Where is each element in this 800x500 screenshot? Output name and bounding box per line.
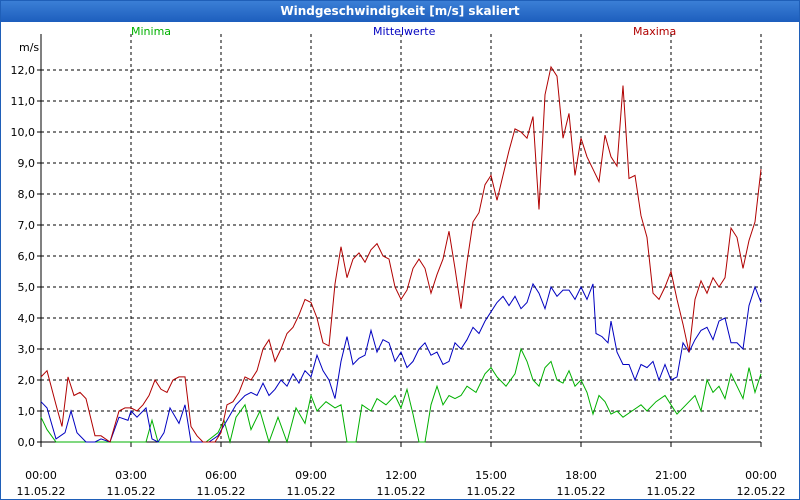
x-tick-date: 11.05.22 — [377, 485, 426, 498]
x-tick-date: 11.05.22 — [197, 485, 246, 498]
y-tick-label: 1,0 — [18, 405, 36, 418]
y-tick-label: 12,0 — [11, 64, 36, 77]
series-line-maxima — [40, 65, 762, 443]
wind-speed-chart: 0,0 1,0 2,0 3,0 4,0 5,0 6,0 7,0 8,0 9,0 10,0 11,0 12… — [11, 34, 786, 498]
x-tick-date: 12.05.22 — [737, 485, 786, 498]
x-tick-date: 11.05.22 — [647, 485, 696, 498]
y-tick-label: 0,0 — [18, 436, 36, 449]
x-tick-time: 00:00 — [25, 469, 57, 482]
x-tick-date: 11.05.22 — [557, 485, 606, 498]
y-tick-label: 4,0 — [18, 312, 36, 325]
x-tick-time: 03:00 — [115, 469, 147, 482]
x-tick-date: 11.05.22 — [467, 485, 516, 498]
window-title: Windgeschwindigkeit [m/s] skaliert — [1, 1, 799, 22]
x-tick-date: 11.05.22 — [107, 485, 156, 498]
y-tick-label: 3,0 — [18, 343, 36, 356]
x-tick-time: 09:00 — [295, 469, 327, 482]
x-tick-time: 12:00 — [385, 469, 417, 482]
y-tick-label: 2,0 — [18, 374, 36, 387]
y-tick-label: 10,0 — [11, 126, 36, 139]
chart-window: Windgeschwindigkeit [m/s] skaliert Minim… — [0, 0, 800, 500]
x-tick-time: 15:00 — [475, 469, 507, 482]
x-tick-time: 21:00 — [655, 469, 687, 482]
y-tick-label: 11,0 — [11, 95, 36, 108]
x-tick-time: 00:00 — [745, 469, 777, 482]
y-tick-label: 5,0 — [18, 281, 36, 294]
y-tick-label: 6,0 — [18, 250, 36, 263]
x-tick-time: 18:00 — [565, 469, 597, 482]
y-tick-label: 8,0 — [18, 188, 36, 201]
y-tick-label: 9,0 — [18, 157, 36, 170]
x-tick-time: 06:00 — [205, 469, 237, 482]
x-tick-date: 11.05.22 — [287, 485, 336, 498]
x-tick-date: 11.05.22 — [17, 485, 66, 498]
y-tick-label: 7,0 — [18, 219, 36, 232]
